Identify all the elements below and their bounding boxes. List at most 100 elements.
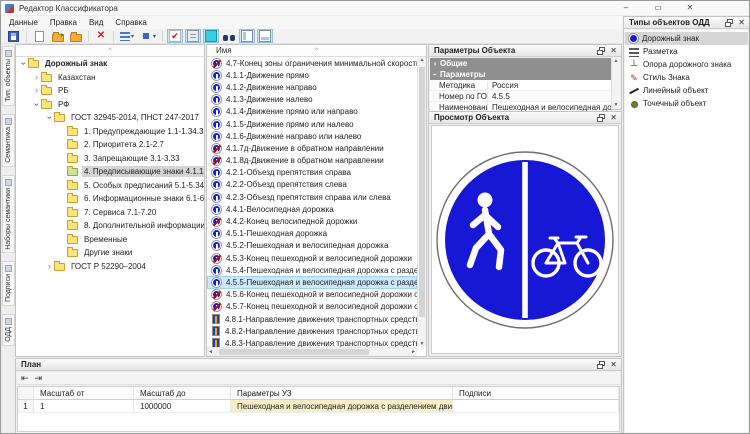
- tree-row[interactable]: Другие знаки: [16, 246, 204, 260]
- tree-row[interactable]: ›Казахстан: [16, 71, 204, 85]
- style-square-button[interactable]: ▾: [138, 29, 158, 43]
- tree-row[interactable]: Временные: [16, 233, 204, 247]
- tree-row[interactable]: 6. Информационные знаки 6.1-6.21.2: [16, 192, 204, 206]
- expand-icon[interactable]: ›: [32, 86, 41, 95]
- close-panel-icon[interactable]: ✕: [610, 114, 617, 122]
- folder-button[interactable]: [68, 29, 84, 43]
- side-tab-2[interactable]: Наборы семантики: [2, 175, 15, 254]
- cell-scale-from[interactable]: 1: [34, 400, 134, 413]
- group-general[interactable]: › Общие: [430, 58, 611, 69]
- scrollbar-thumb[interactable]: [219, 349, 369, 355]
- scroll-down-icon[interactable]: ▼: [418, 341, 426, 347]
- panel-header[interactable]: Просмотр Объекта ✕: [429, 112, 621, 124]
- sign-list-row[interactable]: 4.1.2-Движение направо: [207, 81, 417, 93]
- minimize-button[interactable]: –: [613, 1, 639, 16]
- sign-list-row[interactable]: 4.5.3-Конец пешеходной и велосипедной до…: [207, 252, 417, 264]
- collapse-icon[interactable]: ›: [19, 59, 28, 68]
- param-row-gost-number[interactable]: Номер по ГОСТ 4.5.5: [430, 91, 611, 102]
- odd-type-row[interactable]: ✎Стиль Знака: [625, 71, 748, 84]
- save-button[interactable]: [5, 29, 22, 43]
- close-panel-icon[interactable]: ✕: [738, 19, 745, 27]
- plan-column-header[interactable]: Масштаб от: [34, 387, 134, 399]
- cell-signatures[interactable]: [453, 400, 619, 413]
- plan-table-row[interactable]: 111000000Пешеходная и велосипедная дорож…: [18, 400, 619, 413]
- odd-type-row[interactable]: Дорожный знак: [625, 32, 748, 45]
- float-panel-icon[interactable]: [597, 47, 605, 55]
- close-panel-icon[interactable]: ✕: [610, 361, 617, 369]
- maximize-button[interactable]: ▭: [645, 1, 671, 16]
- append-row-button[interactable]: ⇥: [35, 372, 43, 384]
- expand-icon[interactable]: ›: [32, 73, 41, 82]
- collapse-icon[interactable]: ›: [32, 100, 41, 109]
- float-panel-icon[interactable]: [725, 19, 733, 27]
- tree-row[interactable]: ›ГОСТ 32945-2014, ПНСТ 247-2017: [16, 111, 204, 125]
- open-folder-button[interactable]: [50, 29, 66, 43]
- plan-column-header[interactable]: Подписи: [453, 387, 619, 399]
- odd-type-row[interactable]: Разметка: [625, 45, 748, 58]
- sign-list-row[interactable]: 4.1.8д-Движение в обратном направлении: [207, 155, 417, 167]
- left-panel-button[interactable]: [239, 29, 255, 43]
- sign-list-row[interactable]: 4.8.2-Направление движения транспортных …: [207, 325, 417, 337]
- tree-row[interactable]: ›РБ: [16, 84, 204, 98]
- sign-list-row[interactable]: 4.4.1-Велосипедная дорожка: [207, 203, 417, 215]
- delete-button[interactable]: [93, 29, 109, 43]
- scroll-right-icon[interactable]: ►: [411, 349, 416, 355]
- sign-list-row[interactable]: 4.5.5-Пешеходная и велосипедная дорожка …: [207, 276, 417, 288]
- scroll-up-icon[interactable]: ▲: [418, 57, 426, 63]
- expand-icon[interactable]: ›: [430, 59, 440, 68]
- sign-list-row[interactable]: 4.5.1-Пешеходная дорожка: [207, 228, 417, 240]
- scroll-down-icon[interactable]: ▼: [612, 102, 620, 108]
- float-panel-icon[interactable]: [597, 114, 605, 122]
- insert-row-button[interactable]: ⇤: [21, 372, 29, 384]
- sign-list-row[interactable]: 4.1.6-Движение направо или налево: [207, 130, 417, 142]
- group-parameters[interactable]: › Параметры: [430, 69, 611, 80]
- sign-list-row[interactable]: 4.1.4-Движение прямо или направо: [207, 106, 417, 118]
- cell-params[interactable]: Пешеходная и велосипедная дорожка с разд…: [231, 400, 453, 413]
- panel-header[interactable]: Параметры Объекта ✕: [429, 45, 621, 57]
- param-row-method[interactable]: Методика Россия: [430, 80, 611, 91]
- collapse-icon[interactable]: ›: [45, 113, 54, 122]
- expand-icon[interactable]: ›: [45, 262, 54, 271]
- vertical-scrollbar[interactable]: ▲ ▼: [611, 58, 620, 108]
- sign-list-row[interactable]: 4.5.2-Пешеходная и велосипедная дорожка: [207, 240, 417, 252]
- tree-row[interactable]: ›РФ: [16, 98, 204, 112]
- menu-item-1[interactable]: Правка: [44, 16, 83, 29]
- side-tab-3[interactable]: Подписи: [2, 261, 15, 306]
- tree-column-header[interactable]: ^: [16, 45, 204, 57]
- float-panel-icon[interactable]: [597, 361, 605, 369]
- horizontal-scrollbar[interactable]: ◄ ►: [207, 347, 417, 356]
- tree-row[interactable]: ›Дорожный знак: [16, 57, 204, 71]
- tree-row[interactable]: 5. Особых предписаний 5.1-5.34: [16, 179, 204, 193]
- tree-row[interactable]: 4. Предписывающие знаки 4.1.1-4.8.3: [16, 165, 204, 179]
- tree-row[interactable]: 3. Запрещающие 3.1-3.33: [16, 152, 204, 166]
- menu-item-0[interactable]: Данные: [3, 16, 44, 29]
- odd-type-row[interactable]: ┴Опора дорожного знака: [625, 58, 748, 71]
- side-tab-4[interactable]: ОДД: [2, 314, 15, 346]
- tree-row[interactable]: 7. Сервиса 7.1-7.20: [16, 206, 204, 220]
- dropdown-arrow-icon[interactable]: ▾: [131, 33, 134, 40]
- side-tab-0[interactable]: Тип. объекты: [2, 46, 15, 106]
- odd-type-row[interactable]: Точечный объект: [625, 97, 748, 110]
- close-panel-icon[interactable]: ✕: [610, 47, 617, 55]
- sign-list-row[interactable]: 4.1.3-Движение налево: [207, 94, 417, 106]
- sign-list-row[interactable]: 4.2.3-Объезд препятствия справа или слев…: [207, 191, 417, 203]
- sign-list-row[interactable]: 4.8.1-Направление движения транспортных …: [207, 313, 417, 325]
- plan-column-header[interactable]: Масштаб до: [134, 387, 231, 399]
- close-button[interactable]: ✕: [677, 1, 703, 16]
- sign-list-row[interactable]: 4.5.4-Пешеходная и велосипедная дорожка …: [207, 264, 417, 276]
- menu-item-2[interactable]: Вид: [83, 16, 109, 29]
- sign-list-row[interactable]: 4.2.1-Объезд препятствия справа: [207, 167, 417, 179]
- scroll-up-icon[interactable]: ▲: [612, 58, 620, 64]
- search-binoculars-button[interactable]: [221, 29, 237, 43]
- panel-header[interactable]: План ✕: [16, 359, 621, 371]
- sign-list-row[interactable]: 4.4.2-Конец велосипедной дорожки: [207, 215, 417, 227]
- sign-list-row[interactable]: 4.1.1-Движение прямо: [207, 69, 417, 81]
- menu-item-3[interactable]: Справка: [109, 16, 152, 29]
- scroll-left-icon[interactable]: ◄: [208, 349, 213, 355]
- list-view-button[interactable]: ▾: [118, 29, 136, 43]
- properties-panel-button[interactable]: [185, 29, 201, 43]
- sign-list-row[interactable]: 4.5.7-Конец пешеходной и велосипедной до…: [207, 301, 417, 313]
- dropdown-arrow-icon[interactable]: ▾: [153, 33, 156, 40]
- param-value[interactable]: 4.5.5: [488, 92, 611, 101]
- cell-scale-to[interactable]: 1000000: [134, 400, 231, 413]
